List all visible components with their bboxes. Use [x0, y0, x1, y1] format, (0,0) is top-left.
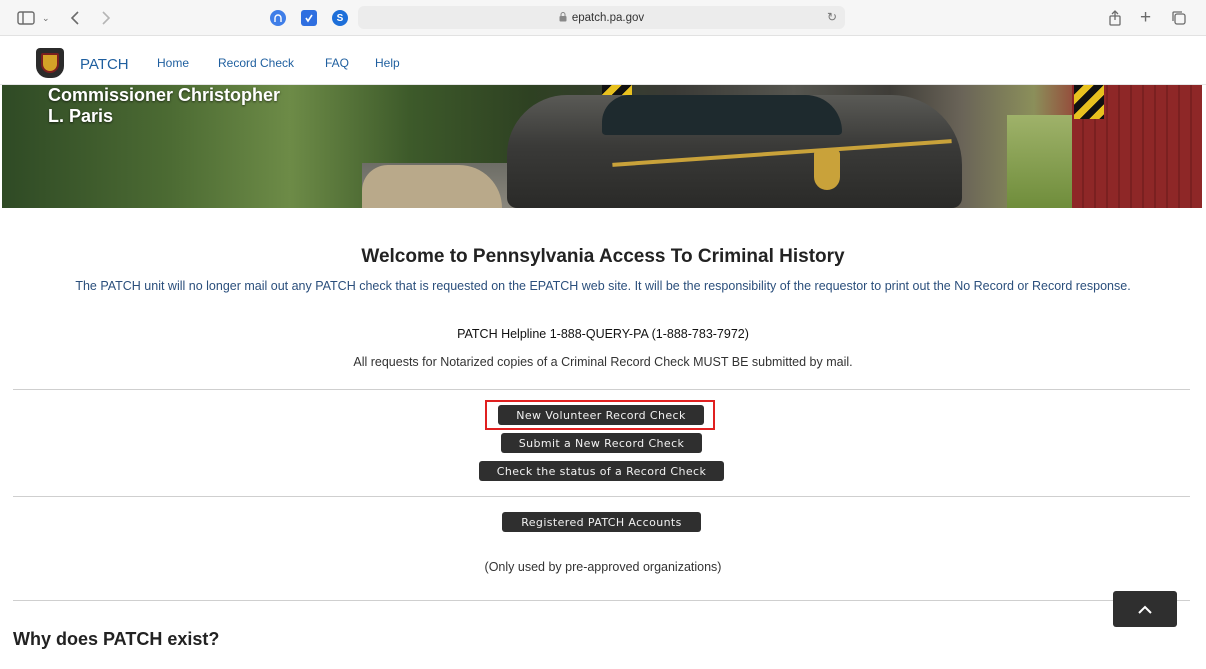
nav-faq[interactable]: FAQ	[325, 56, 349, 70]
preapproved-note: (Only used by pre-approved organizations…	[484, 560, 722, 574]
chevron-up-icon	[1138, 605, 1152, 614]
hero-title: Commissioner Christopher L. Paris	[48, 85, 281, 126]
registered-accounts-button[interactable]: Registered PATCH Accounts	[502, 512, 701, 532]
notarized-notice: All requests for Notarized copies of a C…	[353, 355, 853, 369]
page-title: Welcome to Pennsylvania Access To Crimin…	[361, 246, 845, 267]
back-icon[interactable]	[70, 9, 80, 27]
scroll-to-top-button[interactable]	[1113, 591, 1177, 627]
ghost-extension-icon[interactable]	[270, 10, 286, 26]
divider	[13, 496, 1190, 497]
nav-record-check[interactable]: Record Check	[218, 56, 294, 70]
new-volunteer-record-check-button[interactable]: New Volunteer Record Check	[498, 405, 704, 425]
chevron-down-icon[interactable]: ⌄	[42, 9, 50, 27]
hero-banner: Commissioner Christopher L. Paris	[2, 85, 1202, 208]
address-bar[interactable]: epatch.pa.gov ↻	[358, 6, 845, 29]
forward-icon[interactable]	[101, 9, 111, 27]
brand-link[interactable]: PATCH	[80, 56, 129, 73]
hero-rock	[362, 165, 502, 208]
mail-notice: The PATCH unit will no longer mail out a…	[75, 279, 1131, 293]
psp-logo[interactable]	[36, 48, 64, 78]
check-status-button[interactable]: Check the status of a Record Check	[479, 461, 724, 481]
browser-toolbar: ⌄ S epatch.pa.gov ↻ +	[0, 0, 1206, 36]
s-extension-icon[interactable]: S	[332, 10, 348, 26]
divider	[13, 600, 1190, 601]
lock-icon	[559, 11, 567, 24]
nav-help[interactable]: Help	[375, 56, 400, 70]
nav-home[interactable]: Home	[157, 56, 189, 70]
share-icon[interactable]	[1108, 9, 1122, 27]
helpline-text: PATCH Helpline 1-888-QUERY-PA (1-888-783…	[457, 327, 749, 341]
checkbox-extension-icon[interactable]	[301, 10, 317, 26]
site-navbar: PATCH Home Record Check FAQ Help	[0, 37, 1206, 85]
sidebar-icon[interactable]	[17, 9, 35, 27]
section-heading: Why does PATCH exist?	[13, 629, 220, 649]
new-tab-icon[interactable]: +	[1140, 7, 1151, 28]
divider	[13, 389, 1190, 390]
url-text: epatch.pa.gov	[571, 11, 645, 24]
hero-chevron-sign-right	[1074, 85, 1104, 119]
hero-car-window	[602, 95, 842, 135]
hero-field	[1007, 115, 1072, 208]
tabs-icon[interactable]	[1171, 9, 1187, 27]
hero-car-badge	[814, 150, 840, 190]
submit-new-record-check-button[interactable]: Submit a New Record Check	[501, 433, 702, 453]
reload-icon[interactable]: ↻	[827, 10, 837, 24]
